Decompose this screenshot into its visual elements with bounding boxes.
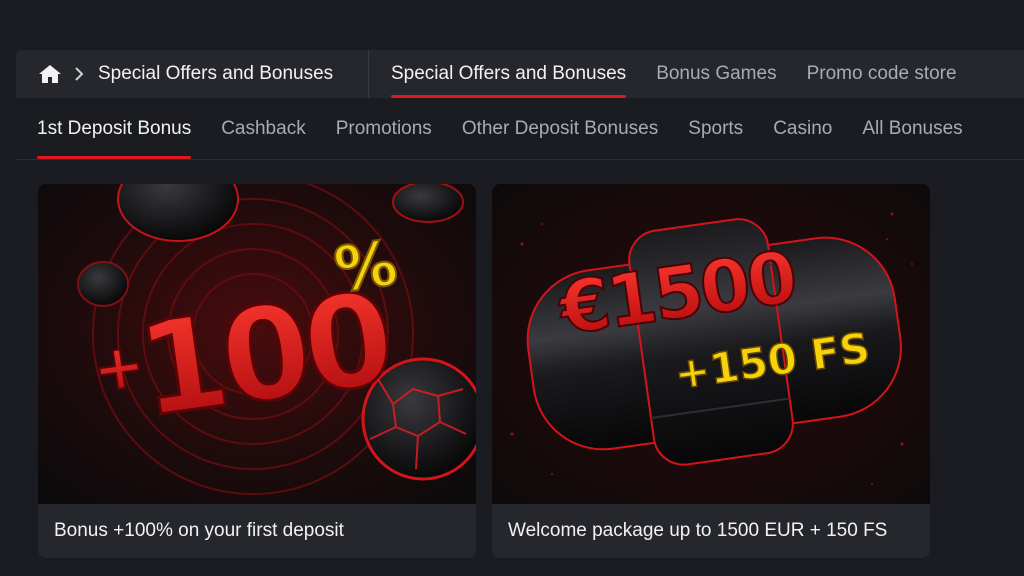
bonus-card-title[interactable]: Bonus +100% on your first deposit: [38, 504, 476, 558]
top-navigation-bar: Special Offers and Bonuses Special Offer…: [16, 50, 1024, 98]
breadcrumb: Special Offers and Bonuses: [16, 50, 369, 98]
bonus-category-tabs: 1st Deposit Bonus Cashback Promotions Ot…: [16, 98, 1024, 160]
tab-special-offers[interactable]: Special Offers and Bonuses: [391, 50, 627, 98]
bonus-card-welcome-package[interactable]: €1500 +150 FS Welcome package up to 1500…: [492, 184, 930, 558]
chevron-right-icon: [74, 67, 84, 81]
tab-casino[interactable]: Casino: [773, 98, 832, 159]
tab-promo-code-store[interactable]: Promo code store: [807, 50, 957, 98]
tab-sports[interactable]: Sports: [688, 98, 743, 159]
home-icon[interactable]: [38, 63, 62, 85]
bonus-card-first-deposit[interactable]: + 100 % Bonus +100% on your first deposi…: [38, 184, 476, 558]
tab-all-bonuses[interactable]: All Bonuses: [862, 98, 962, 159]
svg-text:%: %: [330, 226, 402, 307]
tab-1st-deposit-bonus[interactable]: 1st Deposit Bonus: [37, 98, 192, 159]
tab-other-deposit-bonuses[interactable]: Other Deposit Bonuses: [462, 98, 658, 159]
bonus-card-title[interactable]: Welcome package up to 1500 EUR + 150 FS: [492, 504, 930, 558]
tab-bonus-games[interactable]: Bonus Games: [656, 50, 776, 98]
bonus-100-banner-image: + 100 %: [38, 184, 476, 504]
top-tabs: Special Offers and Bonuses Bonus Games P…: [369, 50, 987, 98]
breadcrumb-current[interactable]: Special Offers and Bonuses: [98, 63, 333, 85]
tab-cashback[interactable]: Cashback: [221, 98, 306, 159]
welcome-package-banner-image: €1500 +150 FS: [492, 184, 930, 504]
tab-promotions[interactable]: Promotions: [336, 98, 432, 159]
